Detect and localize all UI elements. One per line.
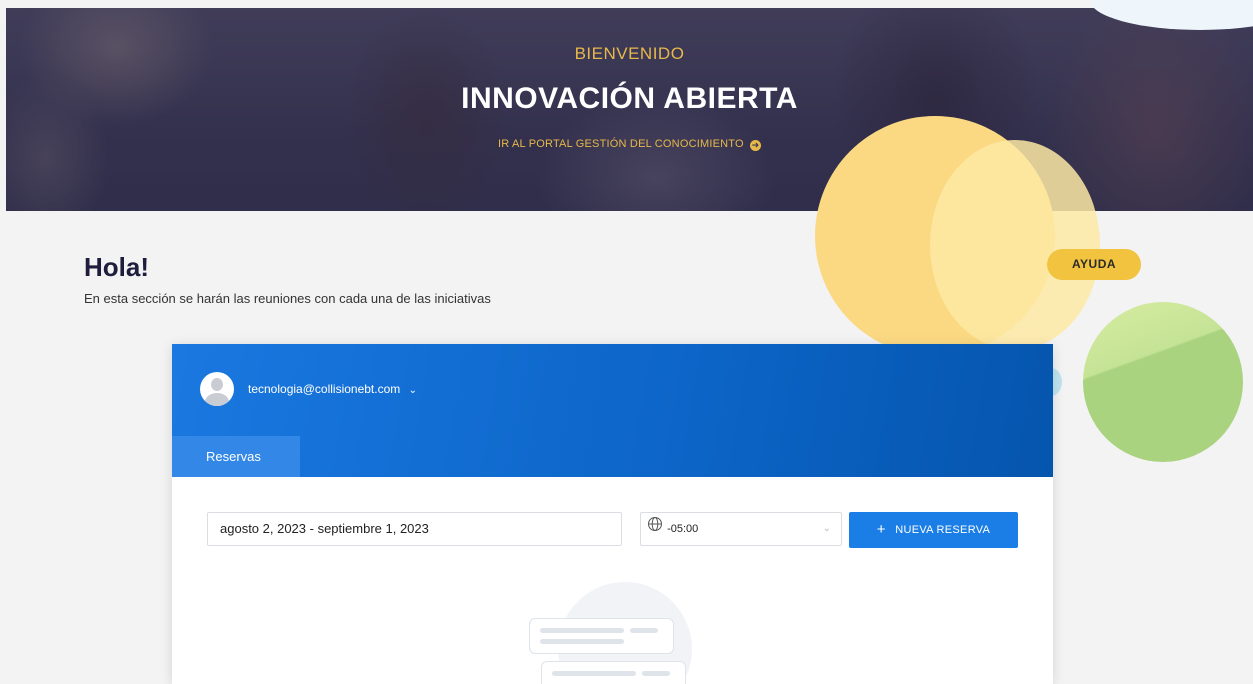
timezone-value: -05:00: [667, 523, 699, 535]
portal-link-label: IR AL PORTAL GESTIÓN DEL CONOCIMIENTO: [497, 138, 744, 150]
new-booking-label: NUEVA RESERVA: [895, 524, 991, 536]
empty-state-card: [541, 661, 686, 684]
empty-state-bar: [540, 639, 624, 644]
greeting-title: Hola!: [84, 252, 149, 282]
avatar-head-shape: [211, 378, 223, 391]
empty-state-card: [529, 618, 674, 654]
chevron-down-icon: ⌄: [822, 523, 831, 534]
empty-state-bar: [552, 671, 636, 676]
arrow-right-circle-icon: ➜: [750, 140, 762, 151]
portal-link[interactable]: IR AL PORTAL GESTIÓN DEL CONOCIMIENTO ➜: [6, 138, 1253, 151]
empty-state-bar: [642, 671, 670, 676]
chevron-down-icon: ⌄: [408, 385, 417, 396]
decor-green-circle: [1083, 302, 1243, 462]
globe-icon: [647, 513, 663, 545]
user-email: tecnologia@collisionebt.com: [248, 382, 401, 396]
date-range-field[interactable]: agosto 2, 2023 - septiembre 1, 2023: [207, 512, 622, 546]
greeting-subtitle: En esta sección se harán las reuniones c…: [84, 291, 491, 306]
widget-header: tecnologia@collisionebt.com ⌄ Reservas: [172, 344, 1053, 477]
new-booking-button[interactable]: + NUEVA RESERVA: [849, 512, 1018, 548]
empty-state-bar: [630, 628, 658, 633]
timezone-select[interactable]: -05:00 ⌄: [640, 512, 842, 546]
tab-reservas[interactable]: Reservas: [172, 436, 300, 477]
hero-kicker: BIENVENIDO: [574, 44, 685, 63]
empty-state-bar: [540, 628, 624, 633]
avatar-body-shape: [205, 393, 229, 406]
help-button[interactable]: AYUDA: [1047, 249, 1141, 280]
avatar[interactable]: [200, 372, 234, 406]
user-menu[interactable]: tecnologia@collisionebt.com ⌄: [248, 382, 417, 396]
booking-widget: tecnologia@collisionebt.com ⌄ Reservas a…: [172, 344, 1053, 684]
plus-icon: +: [876, 521, 886, 538]
decor-light-yellow-circle: [930, 140, 1100, 350]
hero-title: INNOVACIÓN ABIERTA: [461, 82, 798, 115]
